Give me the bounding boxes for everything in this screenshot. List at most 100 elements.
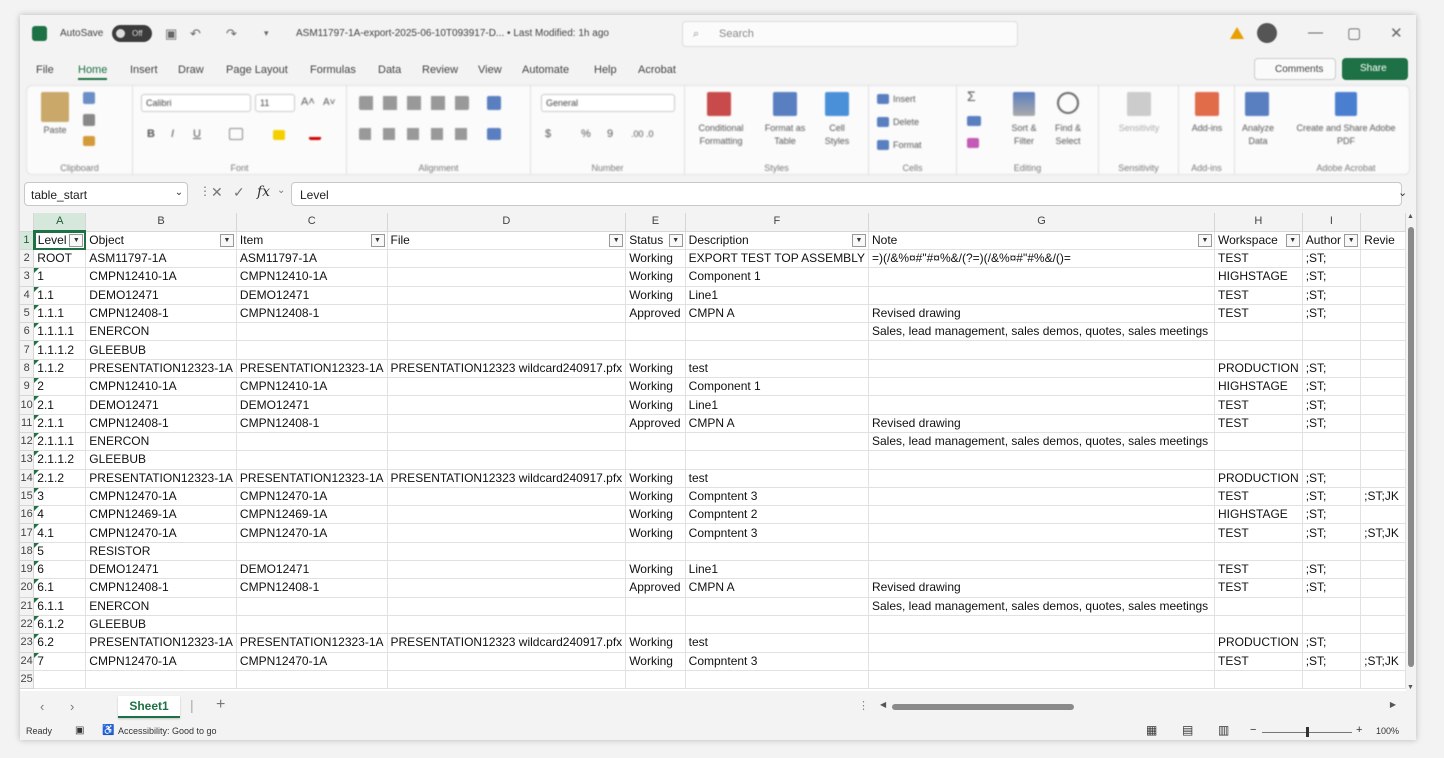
- cell[interactable]: [236, 432, 388, 452]
- cell[interactable]: [868, 286, 1216, 305]
- format-cells-icon[interactable]: [877, 140, 889, 150]
- cell[interactable]: Working: [625, 469, 686, 488]
- cell[interactable]: [685, 615, 869, 635]
- zoom-level[interactable]: 100%: [1376, 726, 1399, 736]
- cell[interactable]: [387, 304, 627, 324]
- cell[interactable]: PRESENTATION12323 wildcard240917.pfx: [387, 359, 627, 379]
- cell[interactable]: Revised drawing: [868, 578, 1216, 598]
- cell[interactable]: [625, 670, 686, 690]
- cell[interactable]: [1214, 615, 1303, 635]
- borders-icon[interactable]: [229, 128, 243, 140]
- cell[interactable]: [1302, 597, 1362, 616]
- cell-styles-label[interactable]: Cell Styles: [817, 122, 857, 148]
- cell[interactable]: DEMO12471: [85, 286, 237, 305]
- header-cell[interactable]: Object ▼: [85, 231, 237, 250]
- cell[interactable]: [387, 450, 627, 470]
- cell[interactable]: [1360, 615, 1406, 635]
- header-cell[interactable]: Item ▼: [236, 231, 388, 250]
- cell[interactable]: TEST: [1214, 286, 1303, 305]
- cell[interactable]: [1360, 249, 1406, 269]
- cell[interactable]: GLEEBUB: [85, 615, 237, 635]
- row-header[interactable]: 9: [20, 377, 35, 397]
- next-sheet-icon[interactable]: ›: [70, 699, 74, 714]
- cell[interactable]: CMPN12470-1A: [85, 487, 237, 507]
- cell[interactable]: ;ST;: [1302, 578, 1362, 598]
- row-header[interactable]: 3: [20, 267, 35, 287]
- scroll-left-icon[interactable]: ◀: [880, 700, 886, 709]
- cell[interactable]: test: [685, 633, 869, 653]
- cell[interactable]: ;ST;: [1302, 304, 1362, 324]
- cell[interactable]: [387, 542, 627, 562]
- cell[interactable]: TEST: [1214, 487, 1303, 507]
- macro-icon[interactable]: ▣: [75, 725, 84, 736]
- cell[interactable]: Working: [625, 633, 686, 653]
- cell[interactable]: [1360, 414, 1406, 433]
- column-header[interactable]: E: [625, 213, 686, 232]
- cell[interactable]: 6.1: [33, 578, 87, 598]
- cell[interactable]: [387, 597, 627, 616]
- tab-help[interactable]: Help: [594, 64, 617, 76]
- cell[interactable]: PRODUCTION: [1214, 359, 1303, 379]
- select-all-corner[interactable]: [20, 213, 35, 232]
- header-cell[interactable]: Status ▼: [625, 231, 686, 250]
- cell[interactable]: CMPN12470-1A: [236, 487, 388, 507]
- horizontal-scrollbar[interactable]: ◀ ▶: [880, 700, 1396, 713]
- vertical-align-icons[interactable]: [359, 96, 469, 110]
- sensitivity-icon[interactable]: [1127, 92, 1151, 116]
- row-header[interactable]: 25: [20, 670, 35, 690]
- filter-dropdown-icon[interactable]: ▼: [1198, 233, 1213, 247]
- cell[interactable]: PRESENTATION12323 wildcard240917.pfx: [387, 633, 627, 653]
- column-header[interactable]: [1360, 213, 1406, 232]
- tab-home[interactable]: Home: [78, 64, 108, 80]
- cell[interactable]: 3: [33, 487, 87, 507]
- cell[interactable]: [868, 615, 1216, 635]
- cell[interactable]: [387, 286, 627, 305]
- cell[interactable]: [625, 340, 686, 360]
- cell[interactable]: ENERCON: [85, 322, 237, 342]
- accessibility-icon[interactable]: ♿: [102, 725, 114, 736]
- cell[interactable]: 1: [33, 267, 87, 287]
- cell[interactable]: [625, 450, 686, 470]
- filter-dropdown-icon[interactable]: ▼: [219, 233, 234, 247]
- cell[interactable]: 2.1.1: [33, 414, 87, 433]
- increase-font-icon[interactable]: A˄: [301, 96, 315, 109]
- cell[interactable]: CMPN12408-1: [85, 304, 237, 324]
- row-header[interactable]: 7: [20, 340, 35, 360]
- scroll-up-icon[interactable]: ▲: [1407, 213, 1414, 220]
- cell[interactable]: [387, 560, 627, 580]
- cell[interactable]: 4: [33, 505, 87, 525]
- cell[interactable]: ;ST;: [1302, 286, 1362, 305]
- header-cell[interactable]: Description ▼: [685, 231, 869, 250]
- comments-button[interactable]: Comments: [1254, 58, 1336, 80]
- tab-insert[interactable]: Insert: [130, 64, 158, 76]
- cell[interactable]: 6.1.2: [33, 615, 87, 635]
- row-header[interactable]: 19: [20, 560, 35, 580]
- cell[interactable]: Revised drawing: [868, 304, 1216, 324]
- add-sheet-icon[interactable]: +: [216, 696, 225, 714]
- cell[interactable]: [1360, 359, 1406, 379]
- cell[interactable]: CMPN12469-1A: [85, 505, 237, 525]
- cell[interactable]: [387, 670, 627, 690]
- cell[interactable]: Working: [625, 395, 686, 415]
- cell[interactable]: TEST: [1214, 578, 1303, 598]
- cell[interactable]: [387, 578, 627, 598]
- name-box[interactable]: table_start: [24, 182, 188, 206]
- zoom-slider-thumb[interactable]: [1306, 727, 1309, 737]
- cell[interactable]: [1214, 670, 1303, 690]
- cell[interactable]: PRESENTATION12323-1A: [85, 633, 237, 653]
- paste-icon[interactable]: [41, 92, 69, 122]
- tab-draw[interactable]: Draw: [178, 64, 204, 76]
- cell[interactable]: CMPN12410-1A: [236, 267, 388, 287]
- cell[interactable]: ASM11797-1A: [85, 249, 237, 269]
- cell[interactable]: Approved: [625, 414, 686, 433]
- filter-dropdown-icon[interactable]: ▼: [1285, 233, 1300, 247]
- tab-page-layout[interactable]: Page Layout: [226, 64, 288, 76]
- cell[interactable]: [868, 560, 1216, 580]
- tab-view[interactable]: View: [478, 64, 502, 76]
- cell[interactable]: Revised drawing: [868, 414, 1216, 433]
- cell[interactable]: [387, 505, 627, 525]
- cell[interactable]: [868, 469, 1216, 488]
- cell[interactable]: [1360, 395, 1406, 415]
- cell[interactable]: HIGHSTAGE: [1214, 267, 1303, 287]
- cell[interactable]: [1360, 542, 1406, 562]
